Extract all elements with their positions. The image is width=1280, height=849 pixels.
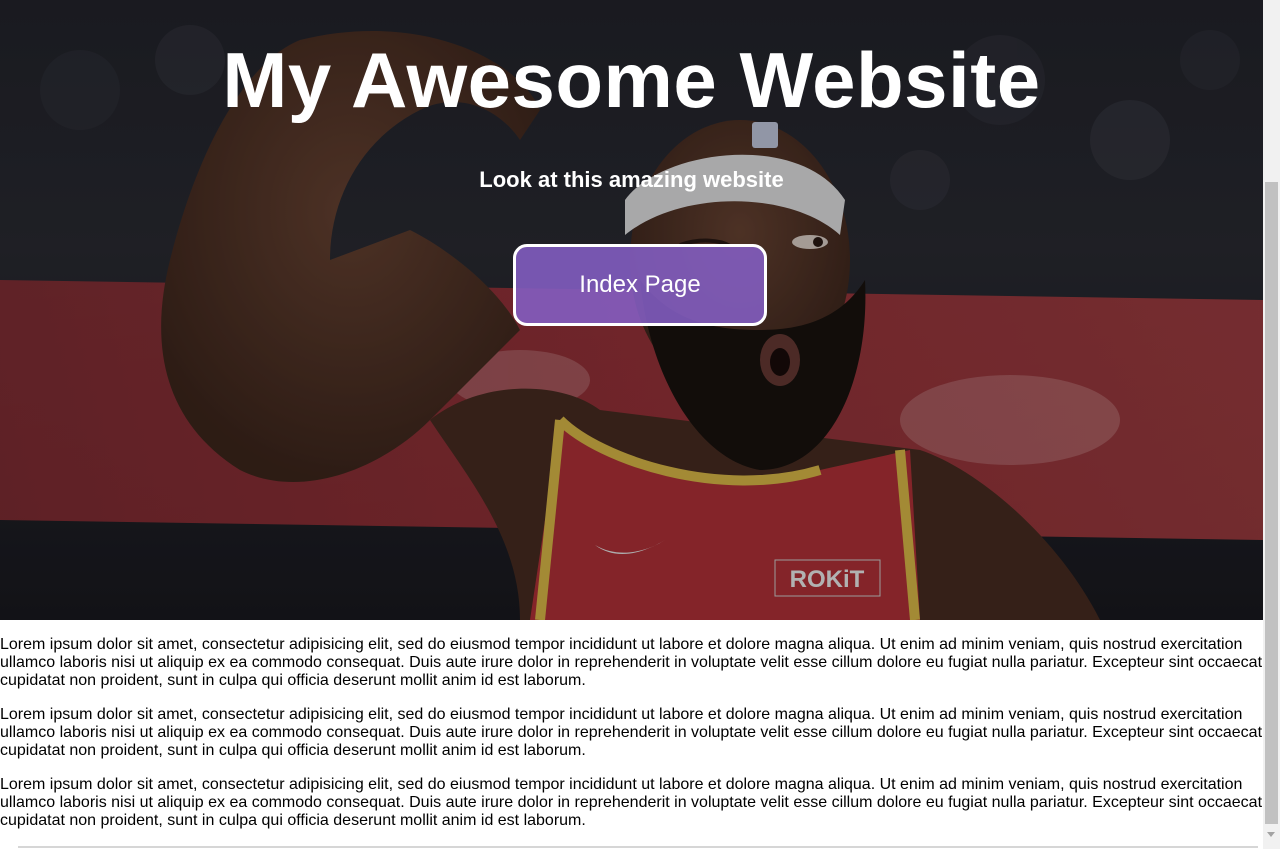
horizontal-scrollbar-track[interactable] — [18, 846, 1258, 848]
paragraph-line: Lorem ipsum dolor sit amet, consectetur … — [0, 636, 1243, 653]
scrollbar-thumb[interactable] — [1265, 182, 1278, 824]
site-subtitle: Look at this amazing website — [479, 167, 784, 192]
paragraph-2: Lorem ipsum dolor sit amet, consectetur … — [0, 706, 1263, 760]
page: ROKiT My Awesome Website Look at this am… — [0, 0, 1280, 849]
vertical-scrollbar[interactable] — [1263, 0, 1280, 849]
paragraph-line: cupidatat non proident, sunt in culpa qu… — [0, 812, 586, 829]
paragraph-line: Lorem ipsum dolor sit amet, consectetur … — [0, 776, 1243, 793]
hero-section: ROKiT My Awesome Website Look at this am… — [0, 0, 1263, 620]
paragraph-line: cupidatat non proident, sunt in culpa qu… — [0, 672, 586, 689]
index-page-button[interactable]: Index Page — [513, 244, 767, 326]
site-title: My Awesome Website — [222, 36, 1041, 124]
paragraph-line: ullamco laboris nisi ut aliquip ex ea co… — [0, 794, 1263, 811]
scroll-down-arrow-icon[interactable] — [1267, 832, 1275, 837]
paragraph-line: cupidatat non proident, sunt in culpa qu… — [0, 742, 586, 759]
paragraph-line: Lorem ipsum dolor sit amet, consectetur … — [0, 706, 1243, 723]
paragraph-3: Lorem ipsum dolor sit amet, consectetur … — [0, 776, 1263, 830]
paragraph-1: Lorem ipsum dolor sit amet, consectetur … — [0, 636, 1263, 690]
page-content: ROKiT My Awesome Website Look at this am… — [0, 0, 1263, 849]
paragraph-line: ullamco laboris nisi ut aliquip ex ea co… — [0, 724, 1263, 741]
article-section: Lorem ipsum dolor sit amet, consectetur … — [0, 620, 1263, 846]
paragraph-line: ullamco laboris nisi ut aliquip ex ea co… — [0, 654, 1263, 671]
